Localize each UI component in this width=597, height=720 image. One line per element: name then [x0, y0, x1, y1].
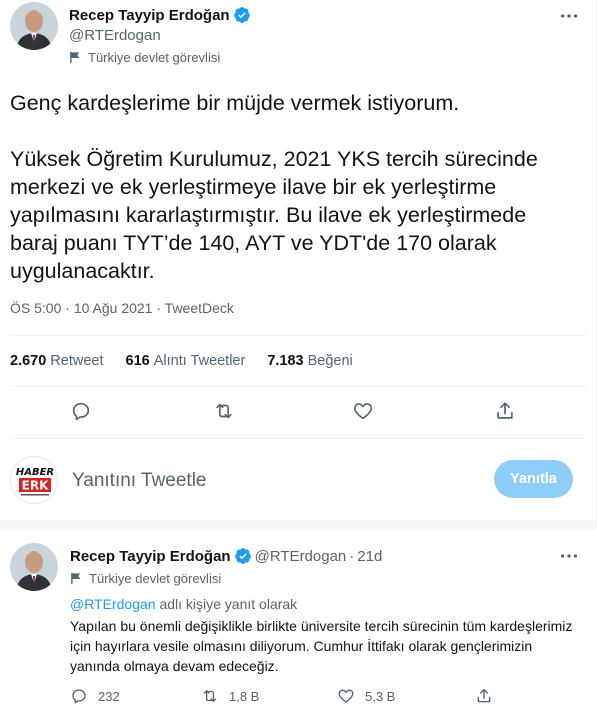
- verified-badge-icon: [234, 548, 251, 564]
- reply-more-options-icon[interactable]: [558, 545, 580, 567]
- reply-account-label-text: Türkiye devlet görevlisi: [89, 571, 222, 586]
- quotes-stat[interactable]: 616 Alıntı Tweetler: [126, 353, 246, 369]
- flag-icon: [71, 572, 81, 585]
- reply-reply-count: 232: [98, 688, 120, 704]
- tweet-text: Genç kardeşlerime bir müjde vermek istiy…: [10, 89, 570, 285]
- reply-tweet[interactable]: Recep Tayyip Erdoğan @RTErdogan · 21d Tü…: [0, 530, 597, 720]
- retweet-button[interactable]: [211, 398, 237, 424]
- tweet-time[interactable]: ÖS 5:00: [10, 300, 61, 316]
- author-name[interactable]: Recep Tayyip Erdoğan: [69, 7, 230, 24]
- reply-account-label[interactable]: Türkiye devlet görevlisi: [70, 571, 221, 586]
- reply-author-avatar[interactable]: [10, 543, 58, 591]
- reply-share-button[interactable]: [475, 687, 493, 705]
- verified-badge-icon: [233, 7, 250, 23]
- reply-input[interactable]: Yanıtını Tweetle: [72, 470, 207, 492]
- reply-icon: [72, 689, 86, 704]
- retweets-label: Retweet: [50, 353, 104, 369]
- reply-icon: [72, 402, 90, 421]
- reply-submit-button[interactable]: Yanıtla: [494, 460, 573, 498]
- divider: [10, 335, 587, 336]
- retweet-icon: [216, 403, 232, 419]
- main-tweet: Recep Tayyip Erdoğan @RTErdogan Türkiye …: [0, 0, 597, 520]
- tweet-meta: ÖS 5:00 · 10 Ağu 2021 · TweetDeck: [10, 300, 234, 316]
- reply-author-row: Recep Tayyip Erdoğan @RTErdogan · 21d: [70, 547, 382, 565]
- user-avatar-logo[interactable]: HABER ERK: [10, 456, 58, 504]
- flag-icon: [70, 51, 80, 64]
- divider: [10, 386, 587, 387]
- reply-text: Yapılan bu önemli değişiklikle birlikte …: [70, 618, 573, 674]
- heart-icon: [353, 403, 373, 420]
- reply-button[interactable]: [68, 398, 94, 424]
- reply-composer: HABER ERK Yanıtını Tweetle Yanıtla: [0, 450, 597, 510]
- reply-author-name[interactable]: Recep Tayyip Erdoğan: [70, 548, 231, 565]
- like-button[interactable]: [350, 398, 376, 424]
- tweet-text-line1: Genç kardeşlerime bir müjde vermek istiy…: [10, 91, 460, 115]
- likes-stat[interactable]: 7.183 Beğeni: [267, 353, 352, 369]
- tweet-date[interactable]: 10 Ağu 2021: [74, 300, 153, 316]
- quotes-label: Alıntı Tweetler: [153, 353, 246, 369]
- reply-to-mention[interactable]: @RTErdogan: [70, 596, 156, 612]
- tweet-source[interactable]: TweetDeck: [165, 300, 234, 316]
- retweet-icon: [203, 690, 217, 702]
- account-label-text: Türkiye devlet görevlisi: [88, 50, 221, 65]
- more-options-icon[interactable]: [558, 5, 580, 27]
- section-separator: [0, 520, 597, 530]
- account-label[interactable]: Türkiye devlet görevlisi: [69, 50, 220, 65]
- reply-retweet-count: 1,8 B: [229, 688, 260, 704]
- tweet-stats: 2.670 Retweet 616 Alıntı Tweetler 7.183 Beğ…: [10, 353, 353, 369]
- reply-to-suffix: adlı kişiye yanıt olarak: [159, 596, 298, 612]
- share-button[interactable]: [492, 398, 518, 424]
- retweets-stat[interactable]: 2.670 Retweet: [10, 353, 104, 369]
- logo-bottom-text: ERK: [22, 479, 49, 493]
- meta-separator: ·: [65, 300, 70, 316]
- tweet-actions: [0, 398, 597, 428]
- likes-count: 7.183: [267, 353, 304, 369]
- meta-separator: ·: [156, 300, 162, 316]
- author-name-row: Recep Tayyip Erdoğan: [69, 6, 251, 24]
- reply-separator: ·: [349, 547, 355, 565]
- reply-like-count: 5,3 B: [365, 688, 396, 704]
- replying-to: @RTErdogan adlı kişiye yanıt olarak: [70, 596, 297, 612]
- reply-like-button[interactable]: 5,3 B: [337, 687, 395, 705]
- likes-label: Beğeni: [307, 353, 353, 369]
- author-handle-row: @RTErdogan: [69, 27, 161, 44]
- reply-time-ago[interactable]: 21d: [357, 548, 382, 565]
- share-icon: [497, 402, 513, 419]
- tweet-text-paragraph2: Yüksek Öğretim Kurulumuz, 2021 YKS terci…: [10, 147, 544, 283]
- divider: [10, 438, 587, 439]
- logo-top-text: HABER: [16, 467, 54, 478]
- author-handle[interactable]: @RTErdogan: [69, 27, 161, 44]
- quotes-count: 616: [125, 353, 150, 369]
- share-icon: [477, 688, 491, 703]
- haber-erk-logo-icon: HABER ERK: [11, 457, 57, 503]
- reply-retweet-button[interactable]: 1,8 B: [201, 687, 259, 705]
- reply-actions: 232 1,8 B 5,3 B: [70, 687, 590, 709]
- reply-reply-button[interactable]: 232: [70, 687, 120, 705]
- reply-author-handle[interactable]: @RTErdogan: [255, 548, 347, 565]
- author-avatar[interactable]: [10, 2, 58, 50]
- heart-icon: [338, 689, 354, 703]
- retweets-count: 2.670: [10, 353, 47, 369]
